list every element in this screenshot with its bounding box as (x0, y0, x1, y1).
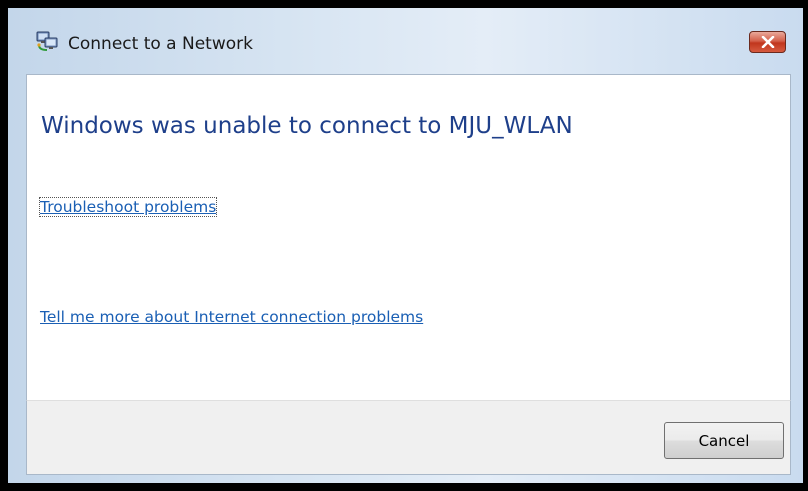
troubleshoot-link[interactable]: Troubleshoot problems (38, 197, 218, 217)
close-button[interactable] (749, 31, 786, 53)
window-title: Connect to a Network (68, 34, 253, 54)
close-icon (761, 36, 775, 48)
tell-me-more-link[interactable]: Tell me more about Internet connection p… (40, 308, 423, 326)
title-bar[interactable]: Connect to a Network (8, 8, 803, 75)
error-heading: Windows was unable to connect to MJU_WLA… (41, 113, 573, 139)
window-frame: Connect to a Network Windows was unable … (8, 8, 803, 483)
dialog-content: Windows was unable to connect to MJU_WLA… (26, 74, 791, 400)
dialog-footer: Cancel (26, 400, 791, 475)
cancel-button[interactable]: Cancel (664, 422, 784, 459)
network-connect-icon (35, 29, 59, 53)
dialog-window: Connect to a Network Windows was unable … (0, 0, 808, 491)
